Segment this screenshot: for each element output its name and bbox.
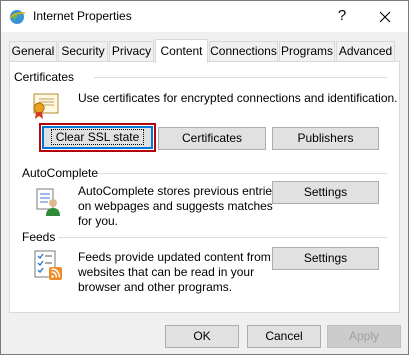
clear-ssl-state-button[interactable]: Clear SSL state <box>39 123 156 152</box>
tab-advanced[interactable]: Advanced <box>336 41 395 62</box>
publishers-button[interactable]: Publishers <box>272 127 379 150</box>
feeds-description-line-3: browser and other programs. <box>78 280 233 294</box>
clear-ssl-state-label: Clear SSL state <box>50 129 145 145</box>
title-bar: Internet Properties ? <box>1 1 408 32</box>
tab-general[interactable]: General <box>9 41 57 62</box>
certificates-heading: Certificates <box>14 70 75 84</box>
autocomplete-description-line-3: for you. <box>78 214 119 228</box>
close-icon[interactable] <box>374 6 396 28</box>
autocomplete-settings-button[interactable]: Settings <box>272 181 379 204</box>
feeds-description-line-1: Feeds provide updated content from <box>78 250 271 264</box>
autocomplete-description-line-2: on webpages and suggests matches <box>78 199 273 213</box>
autocomplete-icon <box>36 188 60 216</box>
certificates-button[interactable]: Certificates <box>158 127 266 150</box>
tab-privacy[interactable]: Privacy <box>109 41 154 62</box>
internet-options-icon <box>9 10 26 24</box>
feeds-icon <box>34 250 62 280</box>
apply-button[interactable]: Apply <box>327 325 401 348</box>
certificates-divider <box>94 77 387 78</box>
tab-security[interactable]: Security <box>58 41 108 62</box>
tab-content[interactable]: Content <box>155 39 208 63</box>
internet-properties-dialog: Internet Properties ? General Security P… <box>0 0 409 355</box>
tab-programs[interactable]: Programs <box>279 41 335 62</box>
autocomplete-divider <box>98 173 387 174</box>
feeds-settings-button[interactable]: Settings <box>272 247 379 270</box>
ok-button[interactable]: OK <box>165 325 239 348</box>
content-panel: Certificates Use certificates for encryp… <box>9 61 400 313</box>
tab-connections[interactable]: Connections <box>209 41 278 62</box>
window-title: Internet Properties <box>33 9 132 23</box>
autocomplete-description-line-1: AutoComplete stores previous entries <box>78 184 279 198</box>
certificates-description: Use certificates for encrypted connectio… <box>78 91 398 105</box>
certificate-icon <box>33 93 59 119</box>
autocomplete-heading: AutoComplete <box>22 166 99 180</box>
feeds-description-line-2: websites that can be read in your <box>78 265 255 279</box>
feeds-divider <box>58 237 387 238</box>
feeds-heading: Feeds <box>22 230 56 244</box>
cancel-button[interactable]: Cancel <box>247 325 321 348</box>
help-button[interactable]: ? <box>332 6 352 26</box>
